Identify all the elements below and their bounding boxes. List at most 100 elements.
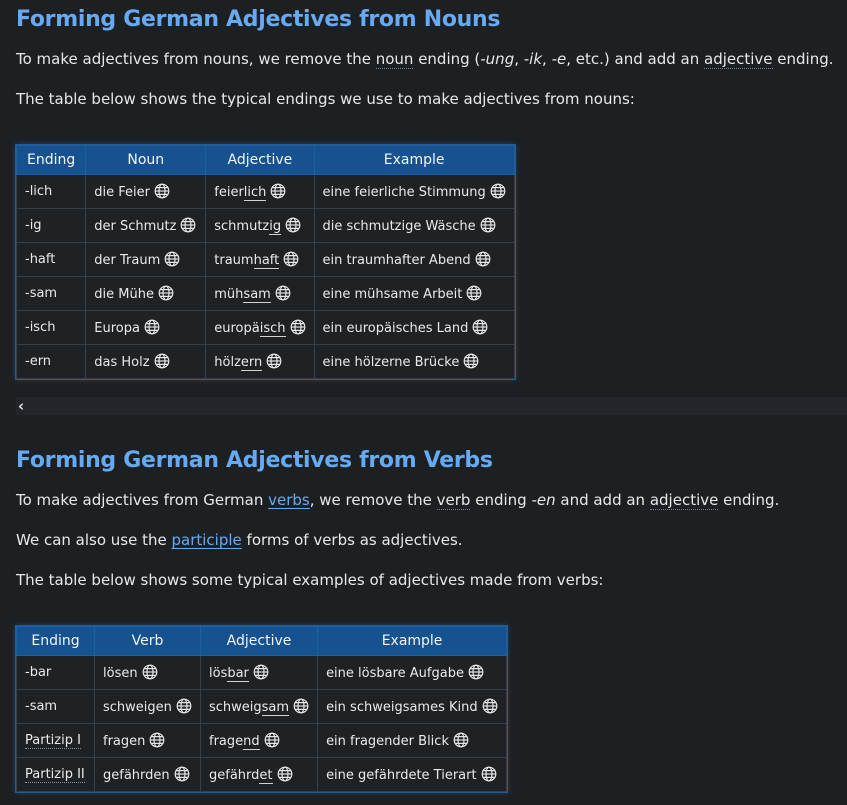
nouns-table-header-row: Ending Noun Adjective Example	[15, 145, 515, 175]
nouns-section-title: Forming German Adjectives from Nouns	[16, 7, 501, 32]
adjective-cell: schweigsam	[199, 689, 319, 724]
example-cell: ein fragender Blick	[317, 723, 508, 758]
example-cell: eine hölzerne Brücke	[313, 344, 515, 379]
scroll-left-icon[interactable]: ‹	[18, 397, 24, 415]
example-cell: eine mühsame Arbeit	[313, 276, 515, 311]
globe-icon[interactable]	[468, 664, 484, 680]
nouns-table: Ending Noun Adjective Example -lich die F…	[15, 145, 515, 379]
verbs-intro-text-5: ending.	[718, 491, 780, 509]
header-ending: Ending	[15, 145, 87, 175]
verb-term[interactable]: verb	[436, 491, 471, 510]
globe-icon[interactable]	[480, 217, 496, 233]
noun-cell: die Mühe	[85, 276, 207, 311]
ending-label: -ern	[25, 354, 52, 369]
globe-icon[interactable]	[290, 319, 306, 335]
globe-icon[interactable]	[275, 285, 291, 301]
header-example: Example	[313, 145, 515, 175]
header-example: Example	[317, 626, 508, 656]
example-cell: eine feierliche Stimmung	[313, 174, 515, 209]
globe-icon[interactable]	[481, 766, 497, 782]
globe-icon[interactable]	[164, 251, 180, 267]
ending-label: -ig	[25, 218, 42, 233]
verb-text: schweigen	[103, 700, 172, 715]
adjective-suffix: et	[259, 768, 273, 784]
adjective-suffix: bar	[227, 666, 249, 682]
verbs-intro-text-4: and add an	[555, 491, 650, 509]
adjective-cell: schmutzig	[205, 208, 315, 243]
header-ending: Ending	[16, 626, 95, 656]
globe-icon[interactable]	[482, 698, 498, 714]
adjective-term[interactable]: adjective	[704, 50, 773, 69]
adjective-stem: schmutz	[214, 219, 270, 234]
globe-icon[interactable]	[154, 353, 170, 369]
globe-icon[interactable]	[176, 698, 192, 714]
table-row: -ig der Schmutz schmutzig die schmutzige Wä…	[15, 208, 515, 243]
verb-text: fragen	[103, 734, 146, 749]
globe-icon[interactable]	[149, 732, 165, 748]
globe-icon[interactable]	[158, 285, 174, 301]
globe-icon[interactable]	[466, 285, 482, 301]
example-cell: ein traumhafter Abend	[313, 242, 515, 277]
adjective-suffix: sam	[243, 287, 271, 303]
globe-icon[interactable]	[174, 766, 190, 782]
globe-icon[interactable]	[475, 251, 491, 267]
sep-1: ,	[514, 50, 524, 68]
verb-cell: lösen	[94, 655, 201, 690]
adjective-cell: lösbar	[199, 655, 319, 690]
header-verb: Verb	[94, 626, 201, 656]
ending-label[interactable]: Partizip II	[25, 767, 85, 783]
noun-text: die Mühe	[94, 287, 154, 302]
ending-label[interactable]: Partizip I	[25, 733, 81, 749]
ending-label: -lich	[25, 184, 53, 199]
example-cell: eine lösbare Aufgabe	[317, 655, 508, 690]
globe-icon[interactable]	[283, 251, 299, 267]
adjective-stem: hölz	[214, 355, 241, 370]
adjective-cell: feierlich	[205, 174, 315, 209]
header-noun: Noun	[85, 145, 207, 175]
verbs-link[interactable]: verbs	[268, 491, 310, 509]
noun-text: Europa	[94, 321, 140, 336]
ending-label: -isch	[25, 320, 56, 335]
ending-cell: -sam	[16, 689, 95, 724]
globe-icon[interactable]	[154, 183, 170, 199]
globe-icon[interactable]	[270, 183, 286, 199]
globe-icon[interactable]	[463, 353, 479, 369]
participle-line: We can also use the participle forms of …	[16, 530, 463, 550]
horizontal-scrollbar[interactable]: ‹	[16, 397, 847, 415]
noun-term[interactable]: noun	[375, 50, 414, 69]
globe-icon[interactable]	[144, 319, 160, 335]
ending-cell: -isch	[15, 310, 87, 345]
globe-icon[interactable]	[453, 732, 469, 748]
globe-icon[interactable]	[472, 319, 488, 335]
ending-cell: Partizip I	[16, 723, 95, 758]
globe-icon[interactable]	[253, 664, 269, 680]
ending-cell: -ern	[15, 344, 87, 379]
globe-icon[interactable]	[180, 217, 196, 233]
globe-icon[interactable]	[285, 217, 301, 233]
noun-cell: der Traum	[85, 242, 207, 277]
page: Forming German Adjectives from Nouns To …	[0, 0, 847, 805]
participle-text-2: forms of verbs as adjectives.	[241, 531, 463, 549]
verb-cell: gefährden	[94, 757, 201, 792]
nouns-intro-text-4: ending.	[772, 50, 834, 68]
verbs-intro: To make adjectives from German verbs, we…	[16, 490, 779, 510]
ending-ik: -ik	[523, 50, 543, 68]
table-row: -lich die Feier feierlich eine feierliche S…	[15, 174, 515, 209]
globe-icon[interactable]	[490, 183, 506, 199]
globe-icon[interactable]	[264, 732, 280, 748]
ending-cell: Partizip II	[16, 757, 95, 792]
verb-cell: fragen	[94, 723, 201, 758]
nouns-intro-text-2: ending (	[413, 50, 481, 68]
ending-label: -sam	[25, 286, 58, 301]
participle-link[interactable]: participle	[172, 531, 242, 549]
example-text: ein fragender Blick	[326, 734, 449, 749]
globe-icon[interactable]	[293, 698, 309, 714]
verbs-table: Ending Verb Adjective Example -bar lösen l…	[16, 626, 508, 792]
globe-icon[interactable]	[142, 664, 158, 680]
globe-icon[interactable]	[277, 766, 293, 782]
verbs-table-intro: The table below shows some typical examp…	[16, 571, 604, 589]
adjective-term-2[interactable]: adjective	[649, 491, 719, 510]
example-text: eine mühsame Arbeit	[322, 287, 463, 302]
globe-icon[interactable]	[266, 353, 282, 369]
example-cell: ein schweigsames Kind	[317, 689, 508, 724]
